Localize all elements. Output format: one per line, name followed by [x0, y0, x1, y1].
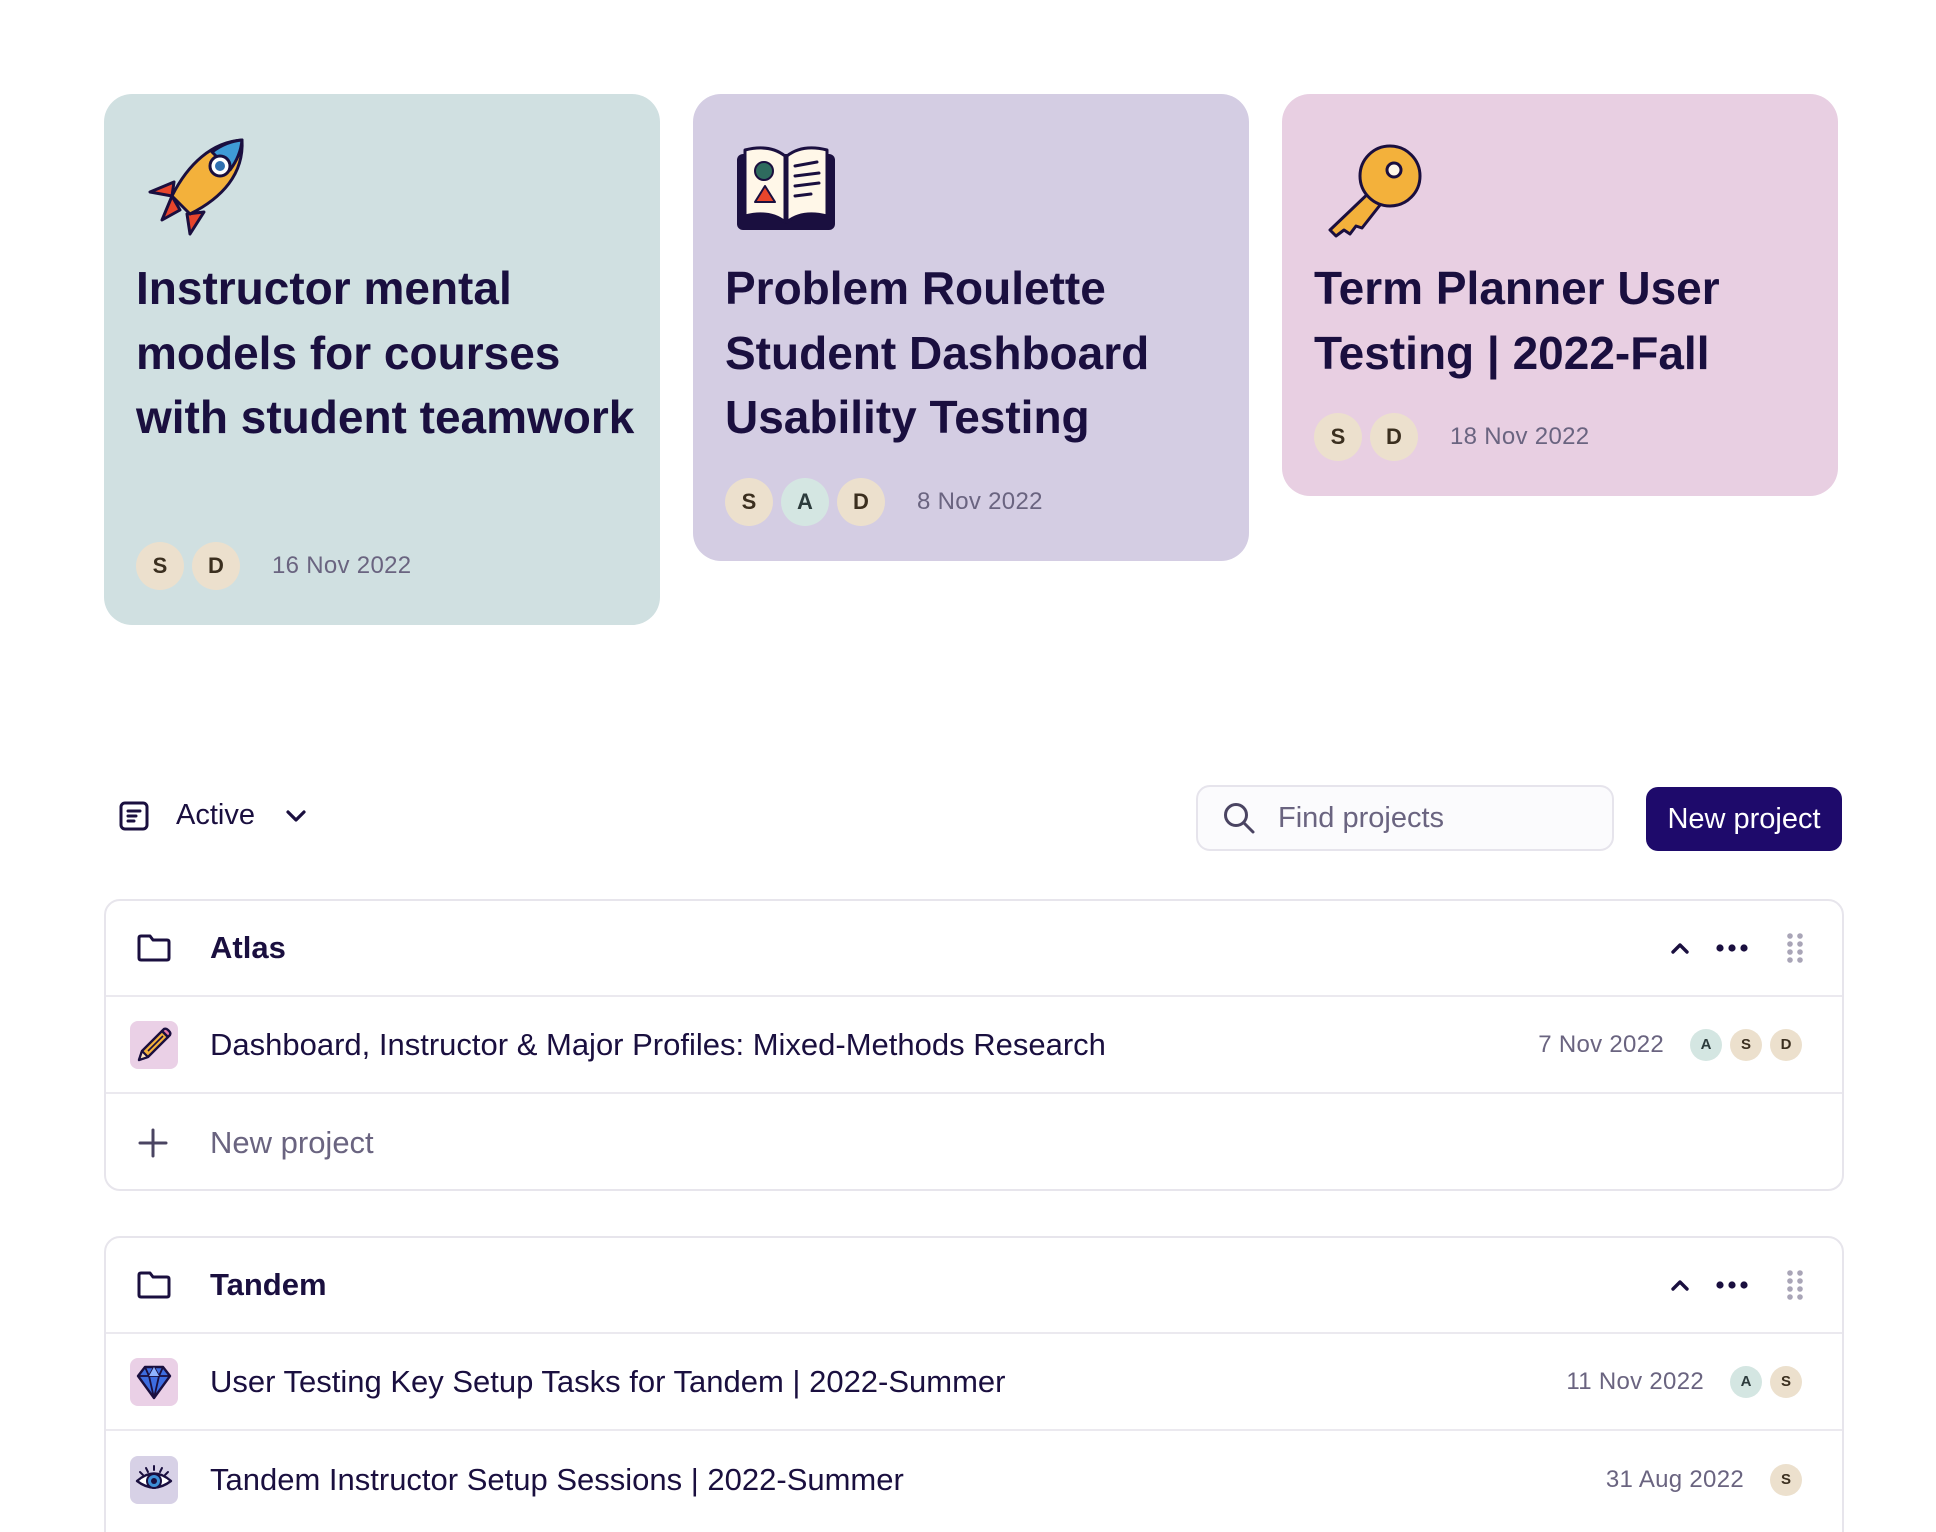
chevron-down-icon: [286, 809, 306, 822]
project-date: 7 Nov 2022: [1538, 1030, 1664, 1058]
project-meta: S D 16 Nov 2022: [136, 542, 411, 590]
avatar: S: [1770, 1365, 1802, 1398]
filter-label: Active: [176, 799, 255, 831]
project-meta: S D 18 Nov 2022: [1314, 413, 1589, 461]
folder-actions: [1666, 1268, 1806, 1302]
project-meta: S A D 8 Nov 2022: [725, 478, 1043, 526]
drag-handle-icon: [1787, 1270, 1803, 1300]
drag-handle-icon: [1787, 933, 1803, 963]
project-row[interactable]: Tandem Instructor Setup Sessions | 2022-…: [106, 1431, 1842, 1528]
pinned-project-card[interactable]: Instructor mental models for courses wit…: [104, 94, 660, 625]
collapse-button[interactable]: [1666, 1271, 1714, 1299]
plus-icon: [138, 1128, 168, 1157]
avatar: S: [1314, 413, 1362, 461]
folder-group: Tandem User Testing Key Setup Tasks for …: [104, 1236, 1844, 1532]
folder-header[interactable]: Atlas: [106, 901, 1842, 997]
project-title: Tandem Instructor Setup Sessions | 2022-…: [210, 1461, 904, 1497]
avatar: D: [1770, 1028, 1802, 1061]
project-icon: [130, 1455, 178, 1504]
project-title: Term Planner User Testing | 2022-Fall: [1314, 262, 1720, 379]
avatar: A: [781, 478, 829, 526]
avatar: A: [1730, 1365, 1762, 1398]
project-title: User Testing Key Setup Tasks for Tandem …: [210, 1363, 1006, 1399]
avatar: S: [725, 478, 773, 526]
diamond-icon: [136, 1365, 172, 1399]
chevron-up-icon: [1671, 943, 1689, 954]
rocket-icon: [148, 138, 244, 236]
pencil-icon: [137, 1026, 172, 1061]
more-options-button[interactable]: [1714, 934, 1784, 962]
project-date: 11 Nov 2022: [1566, 1367, 1704, 1395]
status-filter-dropdown[interactable]: Active: [118, 799, 309, 832]
search-input[interactable]: [1278, 801, 1578, 835]
more-horizontal-icon: [1716, 944, 1748, 952]
avatar: S: [136, 542, 184, 590]
chevron-up-icon: [1671, 1280, 1689, 1291]
new-project-button[interactable]: New project: [1646, 787, 1842, 851]
project-title: Dashboard, Instructor & Major Profiles: …: [210, 1026, 1106, 1062]
project-row[interactable]: Dashboard, Instructor & Major Profiles: …: [106, 997, 1842, 1094]
search-icon: [1224, 803, 1255, 834]
pinned-project-card[interactable]: Term Planner User Testing | 2022-Fall S …: [1282, 94, 1838, 496]
add-project-label: New project: [210, 1124, 374, 1160]
project-date: 16 Nov 2022: [272, 552, 412, 579]
more-options-button[interactable]: [1714, 1271, 1784, 1299]
more-horizontal-icon: [1716, 1281, 1748, 1289]
folder-name: Atlas: [210, 930, 286, 965]
project-date: 31 Aug 2022: [1605, 1465, 1744, 1493]
list-icon: [119, 801, 149, 830]
eye-icon: [135, 1464, 173, 1489]
folder-actions: [1666, 931, 1806, 965]
avatar: S: [1770, 1463, 1802, 1496]
folder-name: Tandem: [210, 1267, 327, 1302]
folder-icon: [137, 1271, 171, 1299]
search-box: [1196, 785, 1614, 851]
pinned-projects: Instructor mental models for courses wit…: [104, 94, 1838, 626]
drag-handle[interactable]: [1784, 931, 1806, 965]
project-title: Problem Roulette Student Dashboard Usabi…: [725, 262, 1150, 443]
project-date: 18 Nov 2022: [1450, 423, 1590, 450]
projects-toolbar: Active New project: [104, 785, 1842, 851]
project-icon: [130, 1020, 178, 1069]
project-row[interactable]: User Testing Key Setup Tasks for Tandem …: [106, 1334, 1842, 1431]
collapse-button[interactable]: [1666, 934, 1714, 962]
avatar: A: [1690, 1028, 1722, 1061]
folder-group: Atlas Dashboard, Instructor & Major Prof…: [104, 899, 1844, 1191]
project-date: 8 Nov 2022: [917, 488, 1043, 515]
pinned-project-card[interactable]: Problem Roulette Student Dashboard Usabi…: [693, 94, 1249, 561]
avatar: D: [192, 542, 240, 590]
add-project-row[interactable]: New project: [106, 1094, 1842, 1189]
avatar: D: [1370, 413, 1418, 461]
folder-header[interactable]: Tandem: [106, 1238, 1842, 1334]
drag-handle[interactable]: [1784, 1268, 1806, 1302]
open-book-icon: [737, 146, 835, 230]
avatar: D: [837, 478, 885, 526]
project-meta: 31 Aug 2022 S: [1605, 1463, 1802, 1496]
avatar: S: [1730, 1028, 1762, 1061]
folder-icon: [137, 934, 171, 962]
project-meta: 7 Nov 2022 A S D: [1538, 1028, 1802, 1061]
key-icon: [1328, 144, 1422, 238]
project-icon: [130, 1357, 178, 1406]
project-meta: 11 Nov 2022 A S: [1566, 1365, 1802, 1398]
project-title: Instructor mental models for courses wit…: [136, 262, 635, 443]
